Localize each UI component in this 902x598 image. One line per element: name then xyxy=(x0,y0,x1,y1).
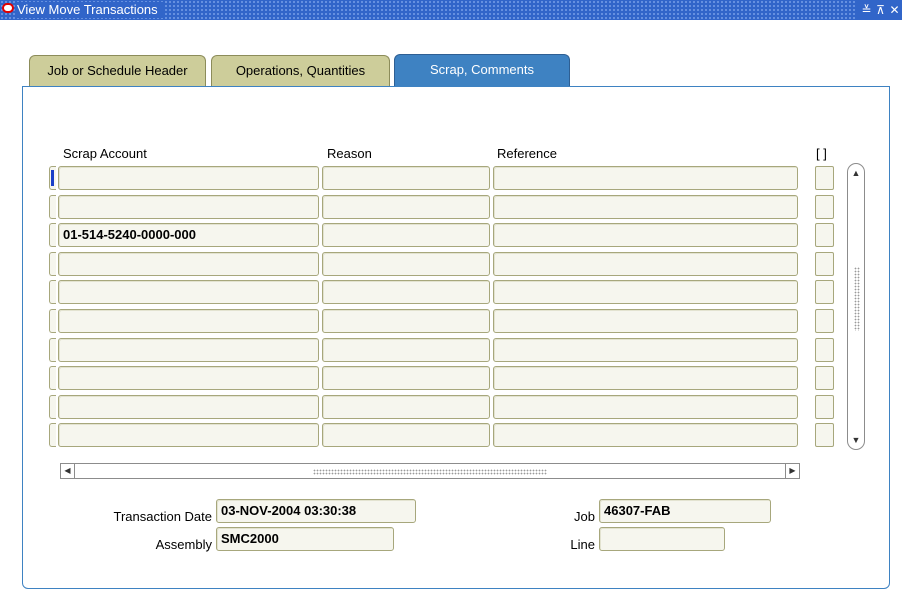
reason-field[interactable] xyxy=(322,338,490,362)
tab-operations-quantities[interactable]: Operations, Quantities xyxy=(211,55,390,86)
reference-field[interactable] xyxy=(493,395,798,419)
line-label: Line xyxy=(570,537,595,552)
row-indicator[interactable] xyxy=(49,309,56,333)
reference-field[interactable] xyxy=(493,280,798,304)
scrap-account-field[interactable] xyxy=(58,338,319,362)
scrap-account-field[interactable] xyxy=(58,166,319,190)
assembly-label: Assembly xyxy=(155,537,212,552)
descriptive-flexfield[interactable] xyxy=(815,252,834,276)
assembly-field[interactable]: SMC2000 xyxy=(216,527,394,551)
reference-field[interactable] xyxy=(493,366,798,390)
reason-field[interactable] xyxy=(322,309,490,333)
scrap-account-field[interactable] xyxy=(58,195,319,219)
window-title: View Move Transactions xyxy=(17,2,164,18)
oracle-logo-icon xyxy=(2,3,14,13)
reference-field[interactable] xyxy=(493,195,798,219)
descriptive-flexfield[interactable] xyxy=(815,338,834,362)
scrap-account-field[interactable] xyxy=(58,395,319,419)
scrap-account-field[interactable] xyxy=(58,309,319,333)
reason-field[interactable] xyxy=(322,166,490,190)
close-icon[interactable]: ✕ xyxy=(889,3,900,17)
descriptive-flexfield[interactable] xyxy=(815,423,834,447)
transaction-date-label: Transaction Date xyxy=(113,509,212,524)
descriptive-flexfield[interactable] xyxy=(815,366,834,390)
row-indicator[interactable] xyxy=(49,366,56,390)
transaction-date-field[interactable]: 03-NOV-2004 03:30:38 xyxy=(216,499,416,523)
tab-job-or-schedule-header[interactable]: Job or Schedule Header xyxy=(29,55,206,86)
reason-field[interactable] xyxy=(322,366,490,390)
job-field[interactable]: 46307-FAB xyxy=(599,499,771,523)
column-header-descriptive-flexfield[interactable]: [ ] xyxy=(816,146,827,161)
vertical-scrollbar[interactable]: ▲ ▼ xyxy=(847,163,865,450)
line-field[interactable] xyxy=(599,527,725,551)
scrap-account-field[interactable] xyxy=(58,280,319,304)
minimize-icon[interactable]: ≚ xyxy=(861,3,872,17)
row-indicator[interactable] xyxy=(49,252,56,276)
reason-field[interactable] xyxy=(322,423,490,447)
reference-field[interactable] xyxy=(493,252,798,276)
scrap-account-field[interactable] xyxy=(58,252,319,276)
descriptive-flexfield[interactable] xyxy=(815,166,834,190)
scrap-account-field[interactable]: 01-514-5240-0000-000 xyxy=(58,223,319,247)
row-indicator[interactable] xyxy=(49,195,56,219)
scrap-account-field[interactable] xyxy=(58,366,319,390)
scroll-down-icon[interactable]: ▼ xyxy=(848,432,864,448)
descriptive-flexfield[interactable] xyxy=(815,395,834,419)
reason-field[interactable] xyxy=(322,395,490,419)
scroll-up-icon[interactable]: ▲ xyxy=(848,165,864,181)
window-controls: ≚ ⊼ ✕ xyxy=(855,0,902,20)
reference-field[interactable] xyxy=(493,223,798,247)
scroll-left-icon[interactable]: ◀ xyxy=(61,464,75,478)
scroll-right-icon[interactable]: ▶ xyxy=(785,464,799,478)
row-indicator[interactable] xyxy=(49,423,56,447)
scroll-thumb[interactable] xyxy=(854,267,860,331)
horizontal-scroll-thumb[interactable] xyxy=(313,469,547,475)
column-header-scrap-account: Scrap Account xyxy=(63,146,147,161)
descriptive-flexfield[interactable] xyxy=(815,280,834,304)
reference-field[interactable] xyxy=(493,423,798,447)
row-indicator[interactable] xyxy=(49,166,56,190)
reference-field[interactable] xyxy=(493,338,798,362)
scrap-account-field[interactable] xyxy=(58,423,319,447)
row-indicator[interactable] xyxy=(49,280,56,304)
reason-field[interactable] xyxy=(322,223,490,247)
tab-scrap-comments[interactable]: Scrap, Comments xyxy=(394,54,570,87)
reason-field[interactable] xyxy=(322,195,490,219)
row-indicator[interactable] xyxy=(49,395,56,419)
column-header-reference: Reference xyxy=(497,146,557,161)
reason-field[interactable] xyxy=(322,280,490,304)
maximize-icon[interactable]: ⊼ xyxy=(875,3,886,17)
window-title-bar[interactable]: View Move Transactions ≚ ⊼ ✕ xyxy=(0,0,902,20)
row-indicator[interactable] xyxy=(49,338,56,362)
descriptive-flexfield[interactable] xyxy=(815,195,834,219)
column-header-reason: Reason xyxy=(327,146,372,161)
row-indicator[interactable] xyxy=(49,223,56,247)
reference-field[interactable] xyxy=(493,309,798,333)
reason-field[interactable] xyxy=(322,252,490,276)
horizontal-scrollbar[interactable]: ◀ ▶ xyxy=(60,463,800,479)
descriptive-flexfield[interactable] xyxy=(815,223,834,247)
reference-field[interactable] xyxy=(493,166,798,190)
descriptive-flexfield[interactable] xyxy=(815,309,834,333)
job-label: Job xyxy=(574,509,595,524)
